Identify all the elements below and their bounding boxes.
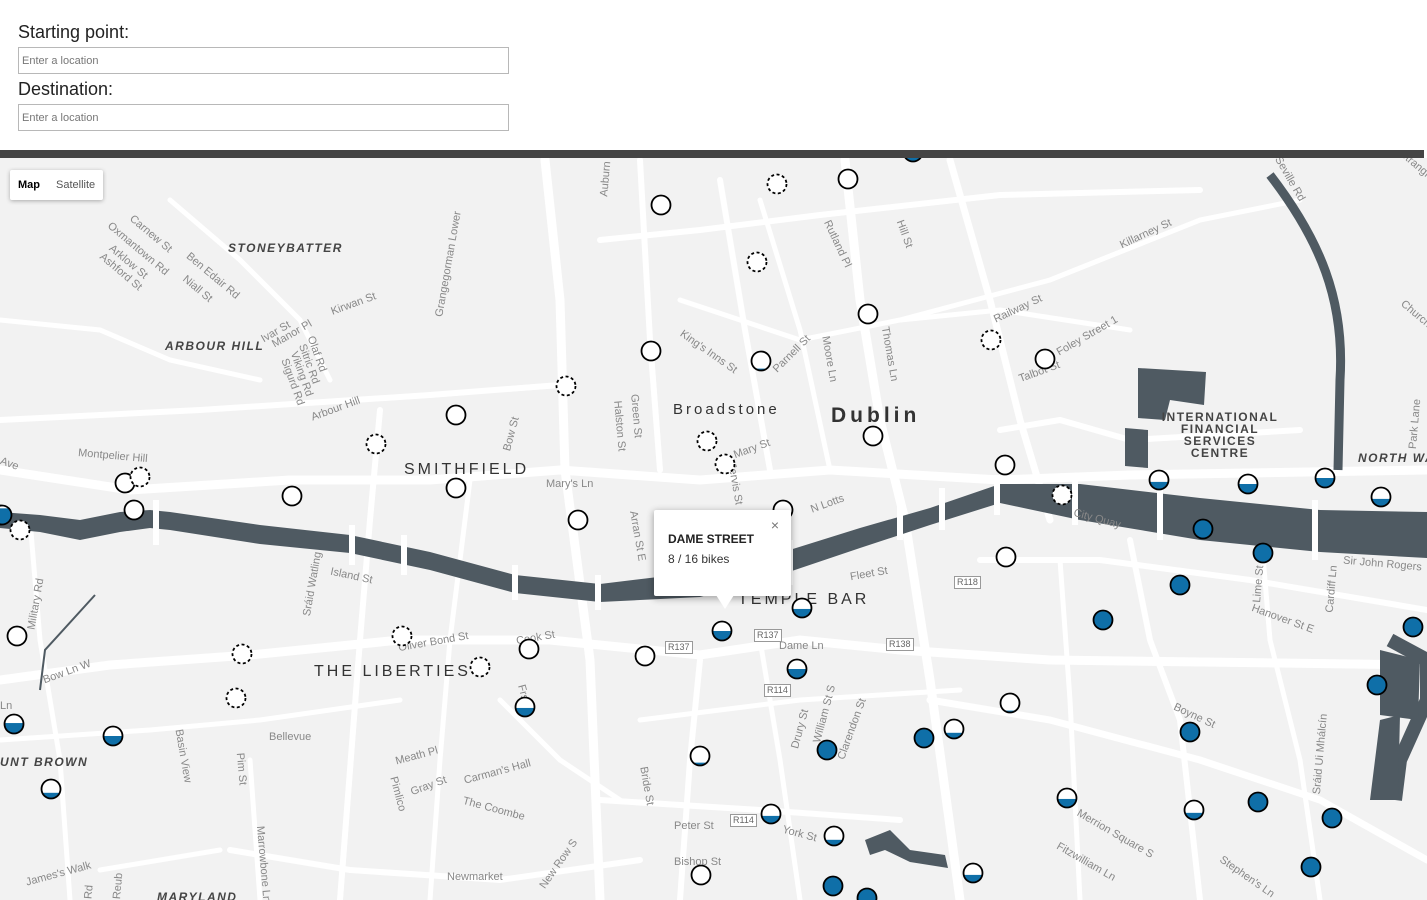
bike-station-marker[interactable] xyxy=(816,739,838,761)
bike-station-marker[interactable] xyxy=(281,485,303,507)
bike-station-marker[interactable] xyxy=(0,504,13,526)
map-type-map-button[interactable]: Map xyxy=(10,170,48,200)
bike-station-marker[interactable] xyxy=(567,509,589,531)
starting-point-label: Starting point: xyxy=(18,22,130,42)
bike-station-marker[interactable] xyxy=(1402,616,1424,638)
bike-station-marker[interactable] xyxy=(650,194,672,216)
bike-station-marker[interactable] xyxy=(837,168,859,190)
bike-level-fill xyxy=(1238,484,1258,494)
bike-station-marker[interactable] xyxy=(690,864,712,886)
bike-station-marker[interactable] xyxy=(1169,574,1191,596)
bike-station-marker[interactable] xyxy=(3,713,25,735)
bike-level-fill xyxy=(1057,798,1077,808)
bike-station-marker[interactable] xyxy=(129,466,151,488)
destination-input[interactable] xyxy=(18,104,509,131)
station-info-window: DAME STREET 8 / 16 bikes × xyxy=(654,510,791,596)
bike-station-marker[interactable] xyxy=(999,692,1021,714)
station-bike-count: 8 / 16 bikes xyxy=(668,552,730,566)
bike-level-fill xyxy=(787,669,807,679)
bike-station-marker[interactable] xyxy=(9,519,31,541)
bike-station-marker[interactable] xyxy=(913,727,935,749)
station-name: DAME STREET xyxy=(668,532,755,546)
bike-station-marker[interactable] xyxy=(365,433,387,455)
bike-station-marker[interactable] xyxy=(1092,609,1114,631)
bike-station-marker[interactable] xyxy=(6,625,28,647)
bike-station-marker[interactable] xyxy=(1237,473,1259,495)
bike-station-marker[interactable] xyxy=(962,862,984,884)
bike-station-marker[interactable] xyxy=(225,687,247,709)
bike-station-marker[interactable] xyxy=(102,725,124,747)
bike-station-marker[interactable] xyxy=(856,887,878,900)
bike-station-marker[interactable] xyxy=(711,620,733,642)
bike-station-marker[interactable] xyxy=(123,499,145,521)
bike-station-marker[interactable] xyxy=(766,173,788,195)
bike-station-marker[interactable] xyxy=(791,597,813,619)
bike-station-marker[interactable] xyxy=(555,375,577,397)
bike-station-marker[interactable] xyxy=(857,303,879,325)
info-window-pointer xyxy=(716,595,734,609)
bike-station-marker[interactable] xyxy=(746,251,768,273)
starting-point-input[interactable] xyxy=(18,47,509,74)
bike-station-marker[interactable] xyxy=(903,158,923,163)
bike-station-marker[interactable] xyxy=(391,625,413,647)
map-type-satellite-button[interactable]: Satellite xyxy=(48,170,103,200)
destination-label: Destination: xyxy=(18,79,114,99)
bike-station-marker[interactable] xyxy=(514,696,536,718)
close-icon[interactable]: × xyxy=(771,517,779,533)
bike-level-fill xyxy=(103,736,123,746)
bike-station-marker[interactable] xyxy=(823,825,845,847)
bike-station-marker[interactable] xyxy=(943,718,965,740)
bike-level-fill xyxy=(1315,478,1335,488)
bike-station-marker[interactable] xyxy=(1321,807,1343,829)
bike-station-marker[interactable] xyxy=(469,656,491,678)
bike-station-marker[interactable] xyxy=(1034,348,1056,370)
bike-station-marker[interactable] xyxy=(1179,721,1201,743)
bike-station-marker[interactable] xyxy=(696,430,718,452)
bike-station-marker[interactable] xyxy=(1300,856,1322,878)
bike-station-marker[interactable] xyxy=(822,875,844,897)
bike-station-marker[interactable] xyxy=(445,404,467,426)
bike-station-marker[interactable] xyxy=(786,658,808,680)
bike-station-marker[interactable] xyxy=(518,638,540,660)
bike-station-marker[interactable] xyxy=(862,425,884,447)
bike-station-marker[interactable] xyxy=(689,745,711,767)
bike-station-marker[interactable] xyxy=(231,643,253,665)
bike-station-marker[interactable] xyxy=(1183,799,1205,821)
bike-station-marker[interactable] xyxy=(980,329,1002,351)
map-top-border xyxy=(0,150,1424,158)
bike-station-marker[interactable] xyxy=(1148,469,1170,491)
bike-station-marker[interactable] xyxy=(750,350,772,372)
bike-station-marker[interactable] xyxy=(1192,518,1214,540)
bike-station-marker[interactable] xyxy=(40,778,62,800)
bike-station-marker[interactable] xyxy=(714,453,736,475)
bike-level-fill xyxy=(712,631,732,641)
bike-station-marker[interactable] xyxy=(1056,787,1078,809)
bike-level-fill xyxy=(515,707,535,717)
bike-station-marker[interactable] xyxy=(1370,486,1392,508)
bike-station-marker[interactable] xyxy=(1314,467,1336,489)
bike-station-marker[interactable] xyxy=(1252,542,1274,564)
bike-station-marker[interactable] xyxy=(445,477,467,499)
bike-level-fill xyxy=(792,608,812,618)
route-form: Starting point: Destination: xyxy=(0,0,1427,150)
bike-station-marker[interactable] xyxy=(994,454,1016,476)
bike-station-marker[interactable] xyxy=(634,645,656,667)
map-canvas[interactable]: STONEYBATTER ARBOUR HILL SMITHFIELD THE … xyxy=(0,158,1427,900)
map-type-control: Map Satellite xyxy=(10,170,104,200)
bike-station-marker[interactable] xyxy=(1366,674,1388,696)
bike-station-marker[interactable] xyxy=(640,340,662,362)
bike-station-marker[interactable] xyxy=(760,803,782,825)
bike-station-marker[interactable] xyxy=(995,546,1017,568)
bike-station-marker[interactable] xyxy=(1051,484,1073,506)
bike-station-marker[interactable] xyxy=(1247,791,1269,813)
